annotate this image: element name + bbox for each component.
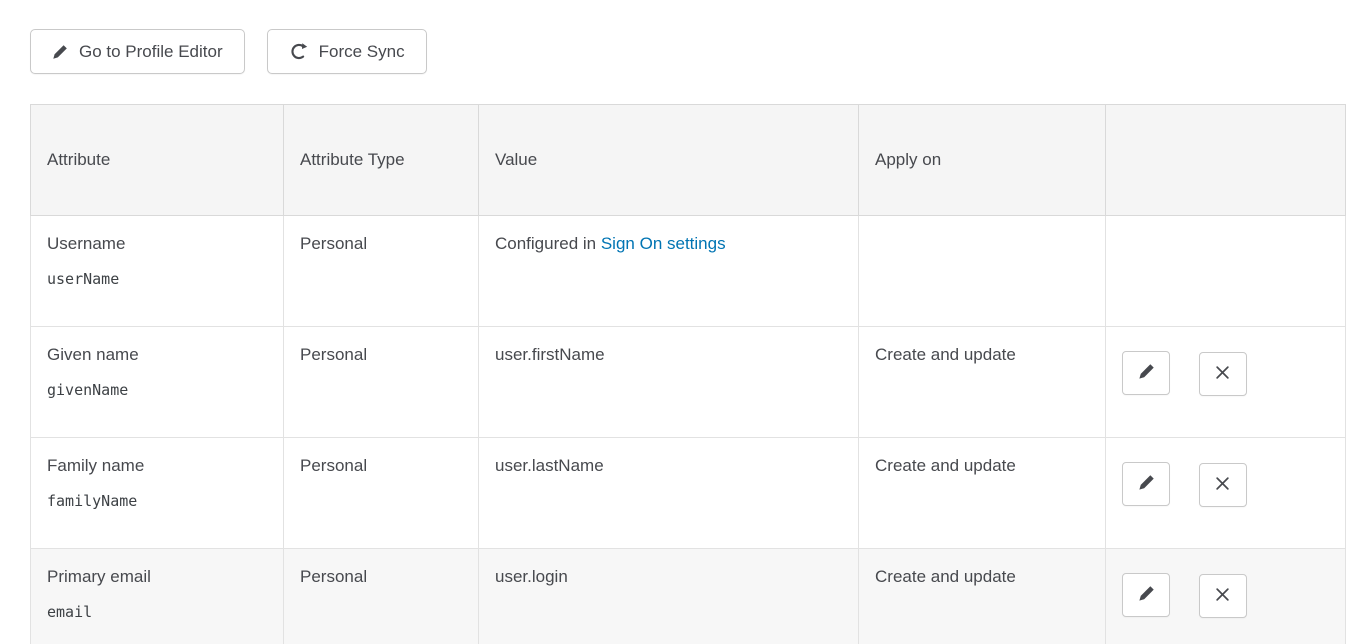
pencil-icon [52,44,68,60]
close-icon [1215,476,1230,494]
edit-attribute-button[interactable] [1122,351,1170,395]
attribute-type-cell: Personal [284,438,479,549]
attribute-mappings-table: Attribute Attribute Type Value Apply on … [30,104,1346,644]
attribute-label: Given name [47,345,267,365]
sync-icon [289,42,308,61]
apply-on-cell [859,216,1106,327]
column-header-value: Value [479,105,859,216]
actions-cell [1106,216,1346,327]
pencil-icon [1138,363,1155,383]
attribute-type-cell: Personal [284,549,479,644]
edit-attribute-button[interactable] [1122,462,1170,506]
apply-on-cell: Create and update [859,327,1106,438]
column-header-attribute-type: Attribute Type [284,105,479,216]
apply-on-cell: Create and update [859,549,1106,644]
table-row-family-name: Family name familyName Personal user.las… [31,438,1346,549]
attribute-label: Primary email [47,567,267,587]
value-text: Configured in [495,234,601,253]
edit-attribute-button[interactable] [1122,573,1170,617]
column-header-attribute: Attribute [31,105,284,216]
actions-cell [1106,327,1346,438]
table-row-username: Username userName Personal Configured in… [31,216,1346,327]
attribute-mappings-page: Go to Profile Editor Force Sync Attribut… [0,0,1370,644]
column-header-apply-on: Apply on [859,105,1106,216]
force-sync-label: Force Sync [319,42,405,62]
attribute-type-cell: Personal [284,327,479,438]
attribute-variable-name: familyName [47,492,267,510]
go-to-profile-editor-button[interactable]: Go to Profile Editor [30,29,245,74]
value-cell: user.lastName [479,438,859,549]
table-row-given-name: Given name givenName Personal user.first… [31,327,1346,438]
attribute-type-cell: Personal [284,216,479,327]
force-sync-button[interactable]: Force Sync [267,29,427,74]
toolbar: Go to Profile Editor Force Sync [30,29,1345,74]
delete-attribute-button[interactable] [1199,574,1247,618]
pencil-icon [1138,474,1155,494]
actions-cell [1106,438,1346,549]
actions-cell [1106,549,1346,644]
attribute-variable-name: givenName [47,381,267,399]
value-cell: Configured in Sign On settings [479,216,859,327]
attribute-variable-name: userName [47,270,267,288]
pencil-icon [1138,585,1155,605]
value-cell: user.login [479,549,859,644]
table-row-primary-email: Primary email email Personal user.login … [31,549,1346,644]
close-icon [1215,365,1230,383]
column-header-actions [1106,105,1346,216]
attribute-label: Family name [47,456,267,476]
apply-on-cell: Create and update [859,438,1106,549]
delete-attribute-button[interactable] [1199,463,1247,507]
attribute-variable-name: email [47,603,267,621]
go-to-profile-editor-label: Go to Profile Editor [79,42,223,62]
attribute-label: Username [47,234,267,254]
table-header-row: Attribute Attribute Type Value Apply on [31,105,1346,216]
value-cell: user.firstName [479,327,859,438]
sign-on-settings-link[interactable]: Sign On settings [601,234,726,253]
delete-attribute-button[interactable] [1199,352,1247,396]
close-icon [1215,587,1230,605]
